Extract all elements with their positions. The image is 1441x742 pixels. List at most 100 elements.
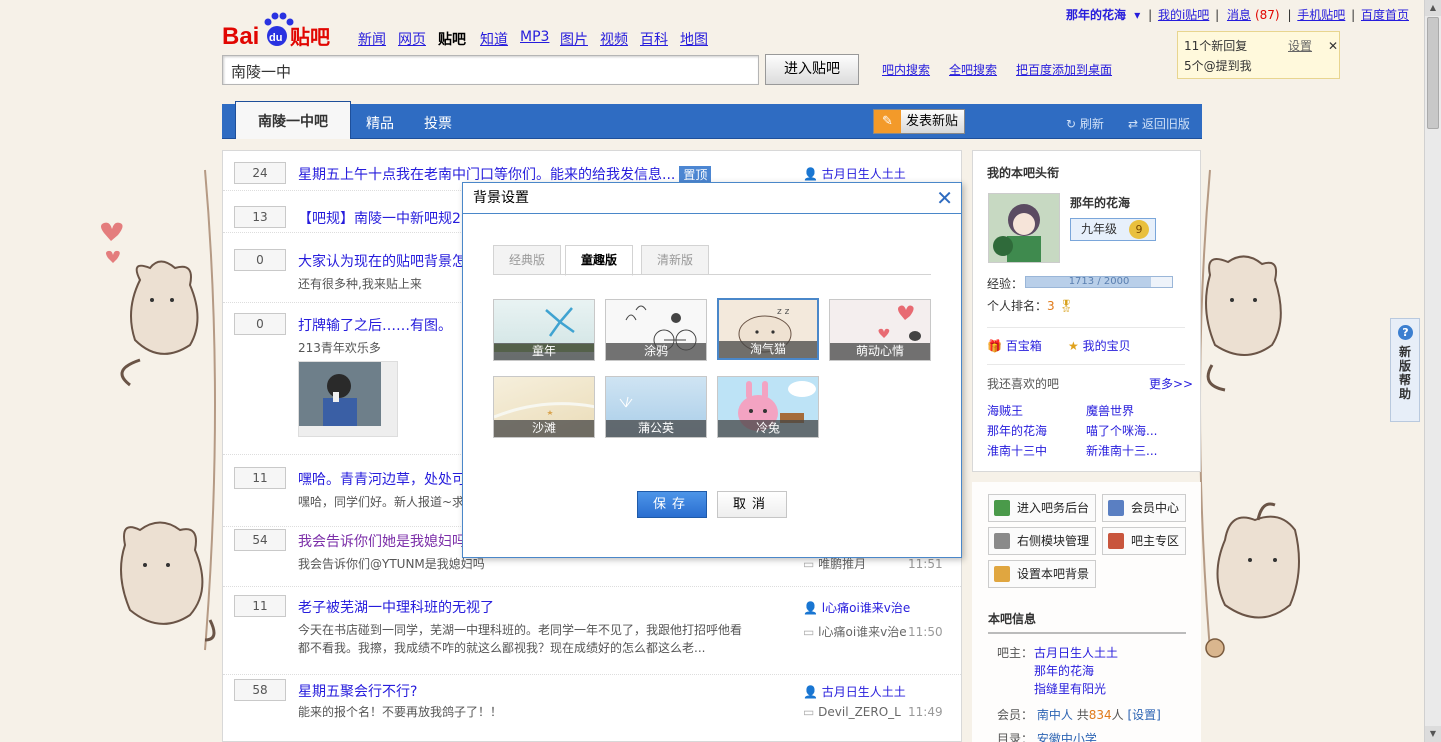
in-bar-search-link[interactable]: 吧内搜索 — [882, 61, 930, 78]
tab-vote[interactable]: 投票 — [424, 113, 452, 133]
mobile-tieba-link[interactable]: 手机贴吧 — [1297, 8, 1345, 22]
sidebar-username[interactable]: 那年的花海 — [1070, 194, 1130, 211]
member-count-post: 人 — [1111, 708, 1124, 722]
scrollbar-thumb[interactable] — [1427, 17, 1439, 129]
liked-bar-link[interactable]: 喵了个咪海... — [1086, 422, 1157, 439]
liked-bar-link[interactable]: 那年的花海 — [987, 422, 1047, 439]
thread-title-link[interactable]: 老子被芜湖一中理科班的无视了 — [298, 597, 494, 617]
thread-thumbnail[interactable] — [298, 361, 398, 437]
nav-tieba[interactable]: 贴吧 — [438, 29, 466, 49]
close-icon[interactable]: ✕ — [936, 187, 953, 209]
theme-thumb-naughty-cat[interactable]: z z 淘气猫 — [717, 298, 819, 360]
level-badge[interactable]: 九年级 9 — [1070, 218, 1156, 241]
svg-text:du: du — [269, 32, 282, 44]
enter-tieba-button[interactable]: 进入贴吧 — [765, 54, 859, 85]
treasure-box-link[interactable]: 🎁 百宝箱 — [987, 337, 1042, 354]
exp-bar: 1713 / 2000 — [1025, 276, 1173, 288]
set-background-button[interactable]: 设置本吧背景 — [988, 560, 1097, 588]
owner-link[interactable]: 指缝里有阳光 — [1034, 680, 1106, 697]
author-name: l心痛oi谁来v治e — [821, 601, 911, 615]
tab-featured[interactable]: 精品 — [366, 113, 394, 133]
theme-thumb-doodle[interactable]: 涂鸦 — [605, 299, 707, 361]
baidu-home-link[interactable]: 百度首页 — [1361, 8, 1409, 22]
user-icon: 👤 — [803, 601, 818, 615]
thread-title-link[interactable]: 我会告诉你们她是我媳妇吗 — [298, 531, 466, 551]
last-reply-time: 11:50 — [908, 625, 943, 639]
thread-author[interactable]: 👤 古月日生人土土 — [803, 165, 906, 182]
nav-map[interactable]: 地图 — [680, 29, 708, 49]
user-icon: 👤 — [803, 685, 818, 699]
nav-baike[interactable]: 百科 — [640, 29, 668, 49]
tab-fresh[interactable]: 清新版 — [641, 245, 709, 275]
owner-icon — [1108, 533, 1124, 549]
theme-thumb-childhood[interactable]: 童年 — [493, 299, 595, 361]
save-button[interactable]: 保存 — [637, 491, 707, 518]
notif-settings-link[interactable]: 设置 — [1288, 36, 1312, 56]
thread-title-link[interactable]: 嘿哈。青青河边草，处处可 — [298, 469, 466, 489]
owner-link[interactable]: 古月日生人土土 — [1034, 644, 1118, 661]
help-icon: ? — [1398, 325, 1413, 340]
more-link[interactable]: 更多>> — [1149, 375, 1193, 392]
liked-bar-link[interactable]: 海贼王 — [987, 402, 1023, 419]
tab-bar-home[interactable]: 南陵一中吧 — [235, 101, 351, 139]
liked-bar-link[interactable]: 新淮南十三... — [1086, 442, 1157, 459]
set-background-label: 设置本吧背景 — [1017, 567, 1090, 581]
thread-title-link[interactable]: 打牌输了之后……有图。 — [298, 315, 452, 335]
thread-title-link[interactable]: 大家认为现在的贴吧背景怎 — [298, 251, 466, 271]
member-setting-link[interactable]: [设置] — [1127, 708, 1160, 722]
tab-childlike[interactable]: 童趣版 — [565, 245, 633, 276]
scroll-up-arrow-icon[interactable]: ▲ — [1425, 0, 1441, 16]
theme-thumb-beach[interactable]: 沙滩 — [493, 376, 595, 438]
thread-author[interactable]: 👤 古月日生人土土 — [803, 683, 906, 700]
liked-bar-link[interactable]: 魔兽世界 — [1086, 402, 1134, 419]
cancel-button[interactable]: 取消 — [717, 491, 787, 518]
thread-title-link[interactable]: 星期五聚会行不行? — [298, 681, 417, 701]
reply-count: 58 — [234, 679, 286, 701]
all-bar-search-link[interactable]: 全吧搜索 — [949, 61, 997, 78]
nav-mp3[interactable]: MP3 — [520, 29, 549, 45]
liked-bar-link[interactable]: 淮南十三中 — [987, 442, 1047, 459]
thread-author[interactable]: 👤 l心痛oi谁来v治e — [803, 599, 910, 616]
avatar[interactable] — [988, 193, 1060, 263]
last-reply[interactable]: ▭ Devil_ZERO_L — [803, 705, 901, 719]
new-replies-link[interactable]: 11个新回复 — [1184, 39, 1247, 53]
nav-zhidao[interactable]: 知道 — [480, 29, 508, 49]
refresh-button[interactable]: ↻ 刷新 — [1066, 115, 1104, 132]
baidu-tieba-logo[interactable]: Bai du 贴吧 — [222, 8, 342, 50]
search-input[interactable]: 南陵一中 — [222, 55, 759, 85]
new-post-button[interactable]: ✎ 发表新贴 — [873, 109, 965, 134]
thread-title-link[interactable]: 【吧规】南陵一中新吧规2( — [298, 208, 466, 228]
owner-zone-button[interactable]: 吧主专区 — [1102, 527, 1187, 555]
username-menu[interactable]: 那年的花海 ▾ — [1064, 8, 1142, 22]
admin-backend-button[interactable]: 进入吧务后台 — [988, 494, 1097, 522]
palette-icon — [994, 566, 1010, 582]
nav-news[interactable]: 新闻 — [358, 29, 386, 49]
old-version-button[interactable]: ⇄ 返回旧版 — [1128, 115, 1190, 132]
scroll-down-arrow-icon[interactable]: ▼ — [1425, 726, 1441, 742]
rank-label: 个人排名： — [987, 299, 1048, 313]
owner-link[interactable]: 那年的花海 — [1034, 662, 1094, 679]
reply-count: 24 — [234, 162, 286, 184]
messages-link[interactable]: 消息 (87) — [1225, 8, 1282, 22]
module-manage-button[interactable]: 右侧模块管理 — [988, 527, 1097, 555]
my-i-tieba-link[interactable]: 我的i贴吧 — [1158, 8, 1209, 22]
new-version-help-tab[interactable]: ? 新版帮助 — [1390, 318, 1420, 422]
tab-classic[interactable]: 经典版 — [493, 245, 561, 275]
theme-thumb-cold-rabbit[interactable]: 冷兔 — [717, 376, 819, 438]
vertical-scrollbar[interactable]: ▲ ▼ — [1424, 0, 1441, 742]
dir-link[interactable]: 安徽中小学 — [1037, 732, 1097, 742]
theme-label: 蒲公英 — [606, 420, 706, 437]
nav-video[interactable]: 视频 — [600, 29, 628, 49]
member-center-button[interactable]: 会员中心 — [1102, 494, 1187, 522]
thread-title-link[interactable]: 星期五上午十点我在老南中门口等你们。能来的给我发信息... 置顶 — [298, 164, 712, 184]
mentions-link[interactable]: 5个@提到我 — [1184, 56, 1333, 76]
theme-thumb-dandelion[interactable]: 蒲公英 — [605, 376, 707, 438]
nav-images[interactable]: 图片 — [560, 29, 588, 49]
my-treasure-link[interactable]: ★ 我的宝贝 — [1068, 337, 1131, 354]
add-to-desktop-link[interactable]: 把百度添加到桌面 — [1016, 61, 1112, 78]
close-icon[interactable]: ✕ — [1328, 36, 1338, 56]
theme-thumb-sweet-heart[interactable]: 萌动心情 — [829, 299, 931, 361]
nav-web[interactable]: 网页 — [398, 29, 426, 49]
last-reply[interactable]: ▭ l心痛oi谁来v治e — [803, 623, 907, 640]
rank-value: 3 — [1047, 299, 1055, 313]
